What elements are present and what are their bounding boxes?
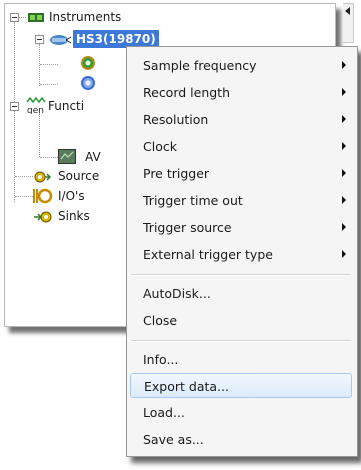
- menu-item-record-length[interactable]: Record length: [130, 80, 352, 105]
- av-block-icon: [58, 149, 76, 169]
- menu-item-export-data[interactable]: Export data...: [130, 373, 352, 398]
- submenu-arrow-icon: [342, 169, 346, 177]
- tree-label-functions: Functi: [48, 99, 85, 113]
- tree-node-functions[interactable]: gen Functi: [10, 96, 130, 116]
- tree-connector: [40, 64, 58, 65]
- instruments-icon: [27, 11, 45, 29]
- tree-connector: [40, 157, 58, 158]
- menu-item-external-trigger-type[interactable]: External trigger type: [130, 242, 352, 267]
- menu-item-save-as[interactable]: Save as...: [130, 427, 352, 452]
- svg-text:gen: gen: [27, 106, 44, 114]
- submenu-arrow-icon: [342, 115, 346, 123]
- menu-item-info[interactable]: Info...: [130, 347, 352, 372]
- menu-item-resolution[interactable]: Resolution: [130, 107, 352, 132]
- tree-node-sinks[interactable]: Sinks: [33, 207, 133, 225]
- submenu-arrow-icon: [342, 61, 346, 69]
- submenu-arrow-icon: [342, 196, 346, 204]
- collapse-toggle-icon[interactable]: [35, 35, 44, 44]
- tree-label-instruments: Instruments: [49, 10, 122, 24]
- tree-node-channel-2[interactable]: [58, 74, 118, 92]
- channel-ring-icon: [80, 75, 96, 96]
- tree-connector: [39, 44, 40, 86]
- tree-connector: [40, 84, 58, 85]
- gen-function-icon: gen: [26, 96, 46, 119]
- submenu-arrow-icon: [342, 250, 346, 258]
- tree-label-sources: Source: [58, 169, 100, 183]
- menu-separator: [131, 274, 351, 276]
- menu-item-load[interactable]: Load...: [130, 400, 352, 425]
- menu-item-clock[interactable]: Clock: [130, 134, 352, 159]
- oscilloscope-probe-icon: [49, 33, 72, 51]
- tree-node-ios[interactable]: I/O's: [33, 187, 133, 205]
- submenu-arrow-icon: [342, 223, 346, 231]
- channel-ring-icon: [80, 55, 96, 76]
- menu-item-pre-trigger[interactable]: Pre trigger: [130, 161, 352, 186]
- tree-node-sources[interactable]: Source: [33, 167, 133, 185]
- menu-item-trigger-source[interactable]: Trigger source: [130, 215, 352, 240]
- menu-separator: [131, 340, 351, 342]
- tree-node-instruments[interactable]: Instruments: [10, 8, 150, 26]
- tree-connector: [15, 196, 33, 197]
- context-menu: Sample frequency Record length Resolutio…: [126, 46, 358, 457]
- tree-node-channel-1[interactable]: [58, 54, 118, 72]
- tree-label-ios: I/O's: [58, 189, 85, 203]
- sink-icon: [33, 210, 53, 228]
- tree-connector: [15, 176, 33, 177]
- submenu-arrow-icon: [342, 142, 346, 150]
- collapse-toggle-icon[interactable]: [10, 102, 19, 111]
- menu-item-sample-frequency[interactable]: Sample frequency: [130, 53, 352, 78]
- io-icon: [33, 188, 53, 209]
- menu-item-autodisk[interactable]: AutoDisk...: [130, 281, 352, 306]
- tree-connector: [39, 113, 40, 157]
- menu-item-trigger-time-out[interactable]: Trigger time out: [130, 188, 352, 213]
- submenu-arrow-icon: [342, 88, 346, 96]
- menu-item-close[interactable]: Close: [130, 308, 352, 333]
- scroll-left-arrow-icon[interactable]: [345, 7, 350, 15]
- tree-node-av[interactable]: AV: [58, 148, 118, 166]
- tree-label-sinks: Sinks: [58, 209, 90, 223]
- source-icon: [33, 170, 52, 188]
- tree-vertical-scrollbar[interactable]: [343, 3, 354, 43]
- collapse-toggle-icon[interactable]: [10, 13, 19, 22]
- tree-label-av: AV: [85, 150, 101, 164]
